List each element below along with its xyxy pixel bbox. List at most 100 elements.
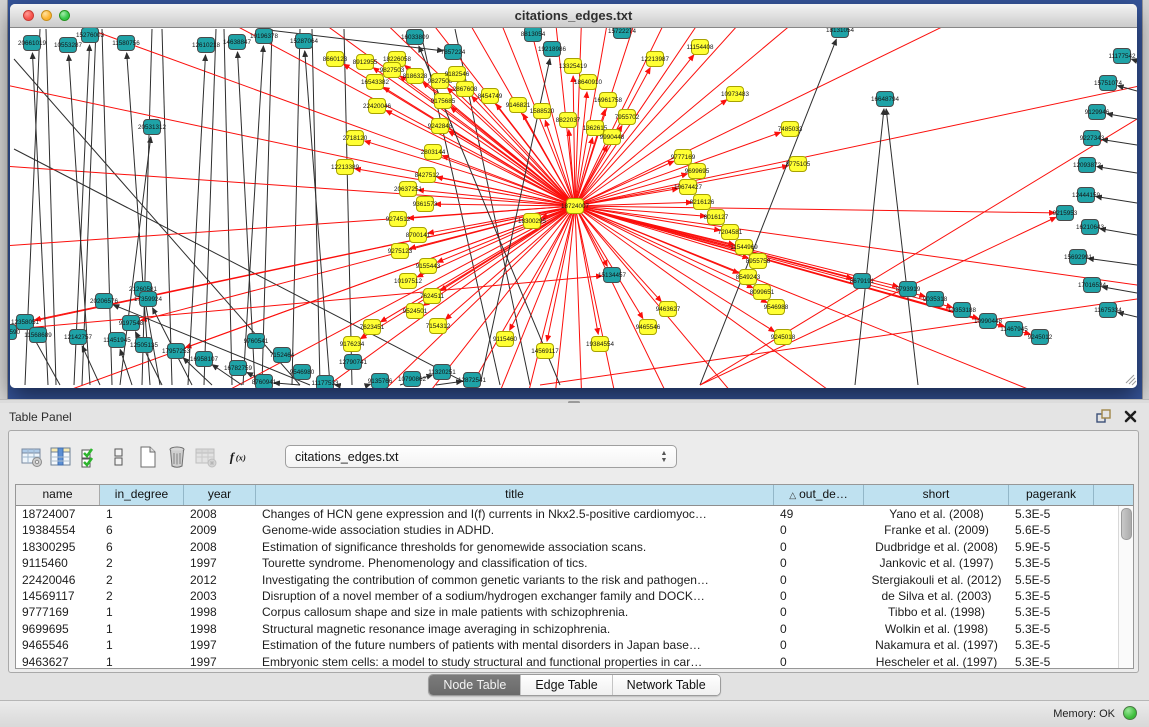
network-node-yellow[interactable]: 8099651: [750, 285, 775, 300]
network-node-teal[interactable]: 11320251: [428, 365, 456, 380]
edge[interactable]: [855, 109, 884, 385]
network-node-teal[interactable]: 9760541: [244, 334, 269, 349]
network-node-teal[interactable]: 12093872: [1073, 158, 1102, 173]
network-node-yellow[interactable]: 9155443: [416, 259, 441, 274]
network-node-teal[interactable]: 8760941: [252, 375, 277, 389]
network-node-yellow[interactable]: 12213987: [641, 52, 670, 67]
network-node-teal[interactable]: 16210643: [1076, 220, 1105, 235]
network-node-yellow[interactable]: 7624511: [420, 289, 445, 304]
table-selector-dropdown[interactable]: citations_edges.txt ▲▼: [285, 445, 677, 468]
edge[interactable]: [204, 29, 216, 385]
memory-status-indicator[interactable]: [1123, 706, 1137, 720]
network-node-yellow[interactable]: 13325419: [559, 59, 588, 74]
edge[interactable]: [1107, 114, 1137, 119]
network-node-yellow[interactable]: 19384554: [586, 337, 615, 352]
edge[interactable]: [1088, 258, 1137, 265]
network-node-teal[interactable]: 17957253: [162, 344, 191, 359]
edge[interactable]: [423, 206, 575, 306]
edge[interactable]: [49, 206, 575, 388]
network-node-yellow[interactable]: 10197512: [394, 274, 423, 289]
table-row[interactable]: 946554611997Estimation of the future num…: [16, 637, 1133, 653]
network-node-yellow[interactable]: 14569117: [531, 344, 559, 359]
network-node-yellow[interactable]: 9275123: [388, 244, 413, 259]
column-header-year[interactable]: year: [184, 485, 256, 505]
edge[interactable]: [305, 51, 330, 385]
network-node-teal[interactable]: 15722274: [608, 28, 637, 39]
network-node-yellow[interactable]: 2867608: [453, 82, 478, 97]
vertical-scrollbar[interactable]: [1118, 506, 1133, 668]
table-row[interactable]: 2242004622012Investigating the contribut…: [16, 572, 1133, 588]
network-node-yellow[interactable]: 9777169: [671, 150, 696, 165]
network-node-teal[interactable]: 9245012: [1028, 330, 1053, 345]
network-node-yellow[interactable]: 9361573: [413, 197, 438, 212]
edge[interactable]: [188, 55, 205, 385]
new-column-icon[interactable]: [135, 444, 161, 470]
network-node-teal[interactable]: 20531312: [138, 120, 167, 135]
network-node-teal[interactable]: 20206576: [90, 294, 119, 309]
network-node-yellow[interactable]: 9990448: [600, 130, 625, 145]
table-row[interactable]: 969969511998Structural magnetic resonanc…: [16, 621, 1133, 637]
network-node-teal[interactable]: 18131054: [826, 28, 855, 38]
table-row[interactable]: 1872400712008Changes of HCN gene express…: [16, 506, 1133, 522]
table-row[interactable]: 977716911998Corpus callosum shape and si…: [16, 604, 1133, 620]
edge[interactable]: [175, 28, 575, 206]
network-node-teal[interactable]: 11580756: [112, 36, 140, 51]
network-node-teal[interactable]: 11451945: [103, 333, 131, 348]
edge[interactable]: [344, 29, 352, 385]
network-node-teal[interactable]: 9129946: [1085, 105, 1110, 120]
column-select-icon[interactable]: [48, 444, 74, 470]
network-node-teal[interactable]: 10990448: [974, 314, 1003, 329]
column-header-name[interactable]: name: [16, 485, 100, 505]
network-node-yellow[interactable]: 8912955: [353, 55, 378, 70]
tab-network-table[interactable]: Network Table: [613, 675, 720, 695]
edge[interactable]: [262, 29, 272, 385]
network-node-teal[interactable]: 15276003: [76, 28, 105, 43]
delete-table-icon[interactable]: [193, 444, 219, 470]
network-node-yellow[interactable]: 8775105: [786, 157, 811, 172]
edge[interactable]: [700, 217, 1056, 385]
network-node-teal[interactable]: 9215953: [1053, 206, 1078, 221]
network-node-teal[interactable]: 16958107: [190, 352, 219, 367]
edge[interactable]: [575, 206, 1137, 388]
network-node-yellow[interactable]: 16961758: [594, 93, 623, 108]
network-node-teal[interactable]: 9227343: [1080, 131, 1105, 146]
network-node-yellow[interactable]: 8700141: [406, 228, 431, 243]
column-header-in_degree[interactable]: in_degree: [100, 485, 184, 505]
network-node-yellow[interactable]: 8454749: [478, 89, 503, 104]
network-node-yellow[interactable]: 9146821: [506, 98, 531, 113]
canvas-resize-grip[interactable]: [1126, 375, 1136, 385]
edge[interactable]: [10, 161, 575, 206]
edge[interactable]: [575, 28, 776, 206]
network-node-yellow[interactable]: 20637251: [394, 182, 423, 197]
network-node-yellow[interactable]: 10973483: [721, 87, 750, 102]
network-node-yellow[interactable]: 10674427: [674, 180, 703, 195]
table-row[interactable]: 1830029562008Estimation of significance …: [16, 539, 1133, 555]
network-canvas[interactable]: 1872400720661019105532871527600311580756…: [10, 28, 1137, 388]
tab-node-table[interactable]: Node Table: [429, 675, 521, 695]
network-node-yellow[interactable]: 9115460: [493, 332, 518, 347]
edge[interactable]: [274, 383, 300, 385]
network-node-teal[interactable]: 8679191: [850, 274, 875, 289]
column-header-short[interactable]: short: [864, 485, 1009, 505]
network-node-yellow[interactable]: 8216126: [690, 195, 715, 210]
edge[interactable]: [102, 29, 112, 385]
edge[interactable]: [49, 28, 575, 206]
edge[interactable]: [575, 71, 1137, 206]
network-node-teal[interactable]: 19218986: [538, 42, 567, 57]
table-row[interactable]: 911546021997Tourette syndrome. Phenomeno…: [16, 555, 1133, 571]
network-node-teal[interactable]: 8813054: [521, 28, 546, 42]
network-node-teal[interactable]: 12790741: [339, 355, 368, 370]
network-node-teal[interactable]: 11177533: [311, 376, 339, 389]
edge[interactable]: [1100, 229, 1137, 235]
network-node-teal[interactable]: 11467945: [1000, 322, 1028, 337]
network-node-yellow[interactable]: 8822037: [556, 113, 581, 128]
tab-edge-table[interactable]: Edge Table: [521, 675, 612, 695]
column-header-title[interactable]: title: [256, 485, 774, 505]
edge[interactable]: [575, 28, 1010, 206]
edge[interactable]: [507, 206, 575, 388]
edge[interactable]: [1102, 287, 1137, 293]
network-node-teal[interactable]: 11177542: [1108, 49, 1136, 64]
edge[interactable]: [886, 109, 918, 385]
network-node-teal[interactable]: 15692991: [1064, 250, 1093, 265]
network-node-yellow[interactable]: 2718120: [343, 131, 368, 146]
